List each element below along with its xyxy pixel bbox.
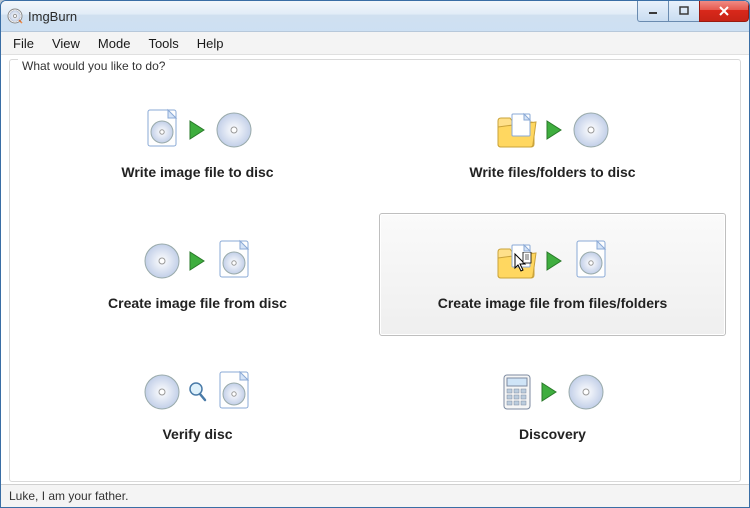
option-label: Verify disc [162, 426, 232, 442]
option-write-image-to-disc[interactable]: Write image file to disc [24, 82, 371, 205]
option-verify-disc[interactable]: Verify disc [24, 344, 371, 467]
menu-help[interactable]: Help [189, 34, 232, 53]
arrow-right-icon [540, 380, 560, 407]
file-disc-icon [214, 239, 254, 286]
folder-file-icon [495, 110, 539, 153]
window-controls [638, 1, 749, 21]
option-create-image-from-disc[interactable]: Create image file from disc [24, 213, 371, 336]
maximize-button[interactable] [668, 1, 700, 22]
option-label: Create image file from files/folders [438, 295, 668, 311]
menu-tools[interactable]: Tools [140, 34, 186, 53]
disc-icon [571, 110, 611, 153]
minimize-button[interactable] [637, 1, 669, 22]
arrow-right-icon [188, 249, 208, 276]
client-area: What would you like to do? [1, 55, 749, 484]
option-label: Write image file to disc [121, 164, 273, 180]
folder-file-icon [495, 241, 539, 284]
magnifier-icon [188, 381, 208, 406]
file-disc-icon [142, 108, 182, 155]
menu-view[interactable]: View [44, 34, 88, 53]
titlebar: ImgBurn [1, 1, 749, 32]
statusbar: Luke, I am your father. [1, 484, 749, 507]
option-label: Write files/folders to disc [469, 164, 635, 180]
disc-icon [566, 372, 606, 415]
arrow-right-icon [545, 249, 565, 276]
group-legend: What would you like to do? [18, 59, 169, 73]
option-create-image-from-files[interactable]: Create image file from files/folders [379, 213, 726, 336]
mode-groupbox: What would you like to do? [9, 59, 741, 482]
option-label: Create image file from disc [108, 295, 287, 311]
option-write-files-to-disc[interactable]: Write files/folders to disc [379, 82, 726, 205]
option-discovery[interactable]: Discovery [379, 344, 726, 467]
calculator-icon [500, 372, 534, 415]
menubar: File View Mode Tools Help [1, 32, 749, 55]
status-text: Luke, I am your father. [9, 489, 128, 503]
app-window: ImgBurn File View Mode Tools Help What w… [0, 0, 750, 508]
disc-icon [142, 372, 182, 415]
menu-file[interactable]: File [5, 34, 42, 53]
option-label: Discovery [519, 426, 586, 442]
app-icon [7, 8, 23, 24]
disc-icon [214, 110, 254, 153]
close-button[interactable] [699, 1, 749, 22]
arrow-right-icon [545, 118, 565, 145]
window-title: ImgBurn [28, 9, 77, 24]
arrow-right-icon [188, 118, 208, 145]
menu-mode[interactable]: Mode [90, 34, 139, 53]
disc-icon [142, 241, 182, 284]
file-disc-icon [214, 370, 254, 417]
file-disc-icon [571, 239, 611, 286]
